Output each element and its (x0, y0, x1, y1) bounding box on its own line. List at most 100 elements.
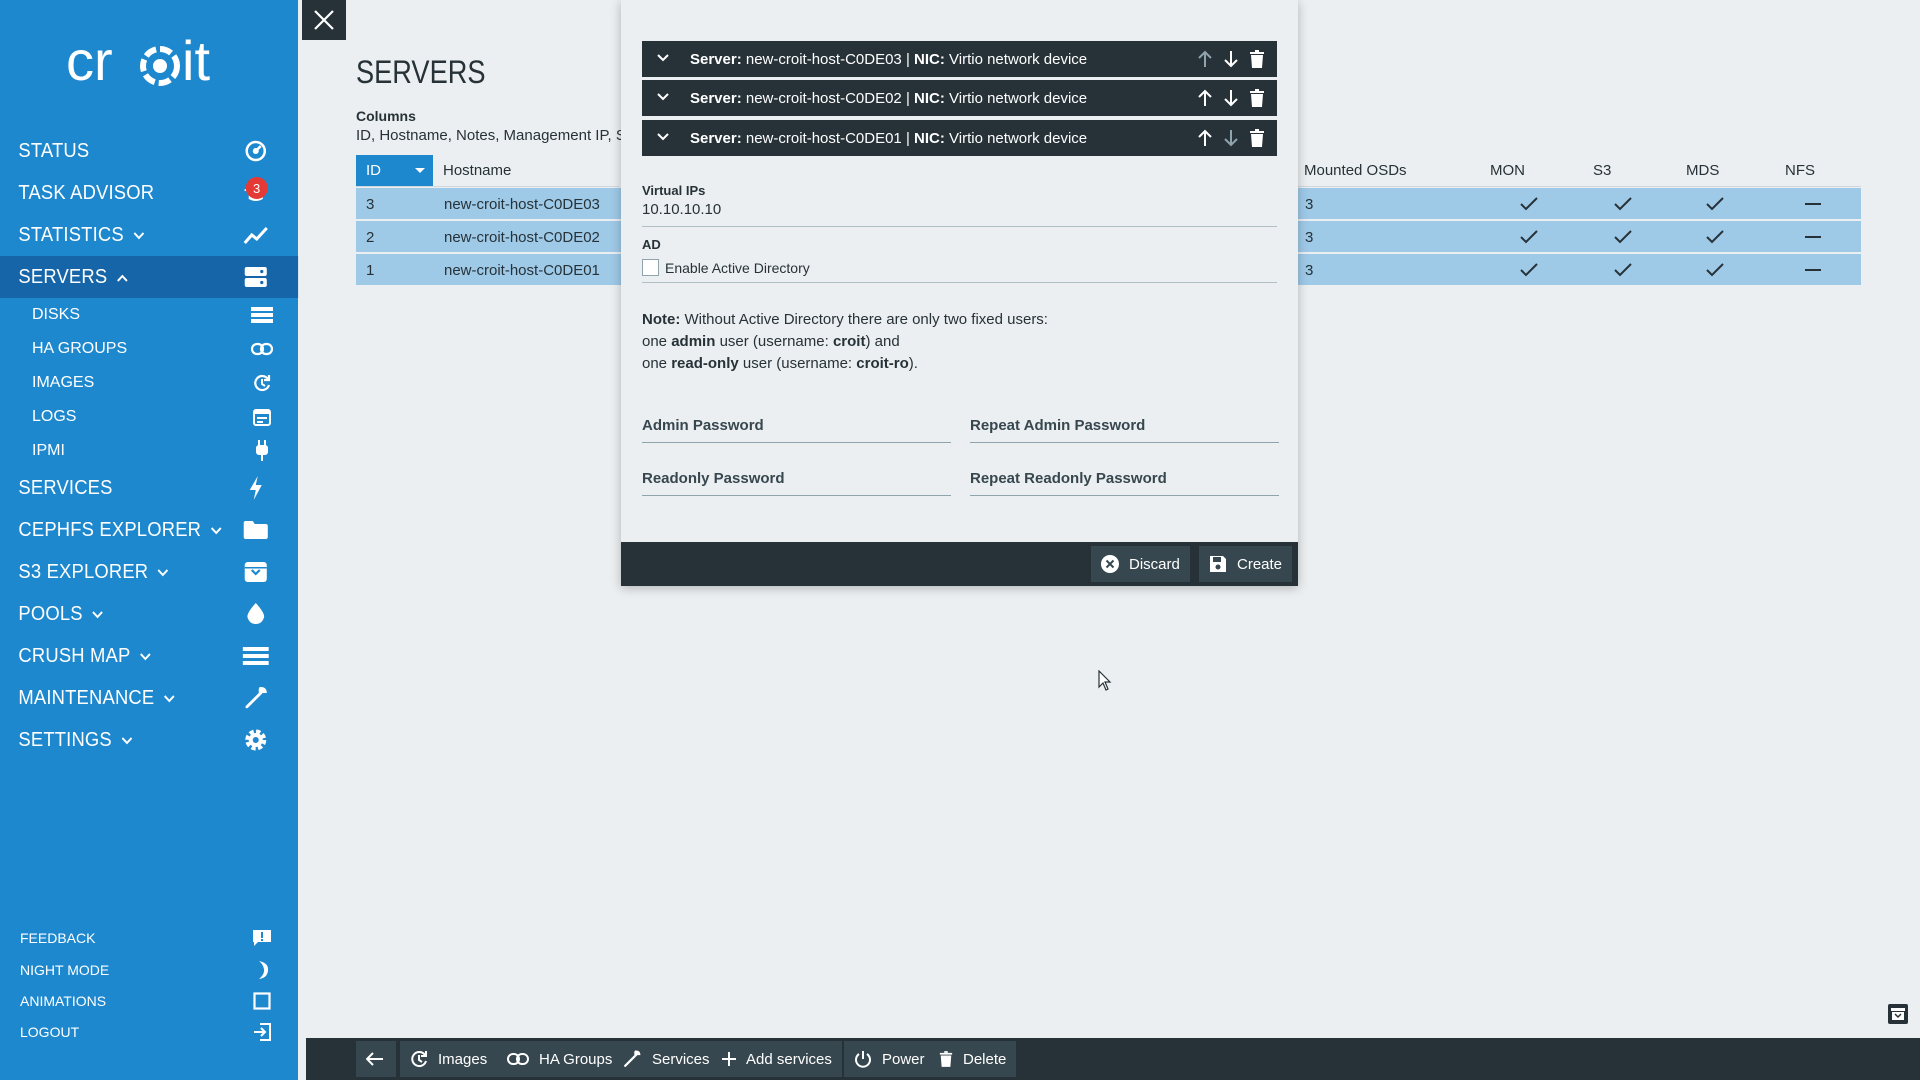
nic-server-name: new-croit-host-C0DE02 (745, 89, 902, 107)
enable-active-directory-checkbox[interactable] (642, 259, 659, 276)
repeat-readonly-password-field[interactable]: Repeat Readonly Password (970, 462, 1279, 496)
column-header-nfs[interactable]: NFS (1775, 155, 1861, 187)
link-icon (250, 337, 274, 361)
arrow-up-icon[interactable] (1195, 49, 1215, 69)
nic-name: Virtio network device (949, 89, 1088, 107)
dash-icon (1798, 188, 1828, 220)
subnav-ha-groups[interactable]: HA GROUPS (0, 332, 298, 366)
subnav-ha-groups-label: HA GROUPS (32, 340, 128, 357)
nic-label: NIC: (914, 129, 945, 147)
cell-mounted-osds: 3 (1305, 261, 1314, 279)
nic-entry[interactable]: Server: new-croit-host-C0DE03 | NIC: Vir… (642, 41, 1277, 77)
admin-password-field[interactable]: Admin Password (642, 409, 951, 443)
note-text: ) and (865, 333, 900, 350)
nic-name: Virtio network device (949, 50, 1088, 68)
nav-s3-explorer[interactable]: S3 EXPLORER (0, 551, 274, 593)
create-button[interactable]: Create (1199, 546, 1293, 582)
nav-services[interactable]: SERVICES (0, 467, 274, 509)
chevron-down-icon[interactable] (656, 89, 670, 106)
power-button[interactable]: Power (844, 1041, 935, 1077)
nav-maintenance[interactable]: MAINTENANCE (0, 677, 274, 719)
nav-statistics[interactable]: STATISTICS (0, 214, 274, 256)
back-button[interactable] (356, 1041, 396, 1077)
note-text: user (username: (719, 333, 829, 350)
nic-entry[interactable]: Server: new-croit-host-C0DE02 | NIC: Vir… (642, 80, 1277, 116)
svg-text:it: it (182, 30, 210, 92)
nic-entry-text: Server: new-croit-host-C0DE03 | NIC: Vir… (690, 51, 1087, 68)
ad-label: AD (642, 237, 661, 252)
nic-server-name: new-croit-host-C0DE03 (745, 50, 902, 68)
svg-text:cr: cr (66, 30, 113, 92)
history-icon (250, 371, 274, 395)
water-drop-icon (242, 600, 270, 628)
arrow-down-icon[interactable] (1221, 128, 1241, 148)
subnav-disks[interactable]: DISKS (0, 298, 298, 332)
nav-cephfs-explorer[interactable]: CEPHFS EXPLORER (0, 509, 274, 551)
subnav-images[interactable]: IMAGES (0, 366, 298, 400)
cell-mounted-osds: 3 (1305, 228, 1314, 246)
nav-logout-label: LOGOUT (20, 1024, 80, 1040)
nav-logout[interactable]: LOGOUT (0, 1017, 298, 1047)
lightning-icon (242, 474, 270, 502)
nic-separator: | (905, 89, 910, 107)
nav-s3-explorer-label: S3 EXPLORER (18, 560, 149, 583)
arrow-up-icon[interactable] (1195, 88, 1215, 108)
archive-download-icon[interactable] (1888, 1004, 1908, 1024)
arrow-up-icon[interactable] (1195, 128, 1215, 148)
column-header-hostname[interactable]: Hostname (433, 155, 619, 187)
arrow-down-icon[interactable] (1221, 88, 1241, 108)
chevron-down-icon[interactable] (656, 129, 670, 146)
column-header-mon[interactable]: MON (1480, 155, 1583, 187)
nic-separator: | (905, 50, 910, 68)
check-icon (1700, 254, 1730, 286)
trash-icon[interactable] (1247, 88, 1267, 108)
nav-cephfs-explorer-label: CEPHFS EXPLORER (18, 518, 202, 541)
close-panel-button[interactable] (302, 0, 346, 40)
trash-icon[interactable] (1247, 49, 1267, 69)
subnav-logs[interactable]: LOGS (0, 400, 298, 434)
repeat-admin-password-field[interactable]: Repeat Admin Password (970, 409, 1279, 443)
column-header-s3[interactable]: S3 (1583, 155, 1676, 187)
chevron-down-icon (210, 522, 222, 538)
ha-groups-button[interactable]: HA Groups (497, 1041, 623, 1077)
nav-crush-map-label: CRUSH MAP (18, 644, 131, 667)
create-service-dialog: Server: new-croit-host-C0DE03 | NIC: Vir… (621, 0, 1298, 586)
trash-icon[interactable] (1247, 128, 1267, 148)
nav-animations[interactable]: ANIMATIONS (0, 986, 298, 1016)
images-button[interactable]: Images (400, 1041, 498, 1077)
nav-feedback[interactable]: FEEDBACK (0, 923, 298, 953)
nav-night-mode[interactable]: NIGHT MODE (0, 955, 298, 985)
services-button[interactable]: Services (612, 1041, 720, 1077)
nic-entry[interactable]: Server: new-croit-host-C0DE01 | NIC: Vir… (642, 120, 1277, 156)
nav-status[interactable]: STATUS (0, 130, 274, 172)
chevron-down-icon[interactable] (656, 50, 670, 67)
archive-box-icon (242, 558, 270, 586)
column-header-id[interactable]: ID (356, 155, 433, 187)
check-icon (1700, 221, 1730, 253)
check-icon (1608, 254, 1638, 286)
delete-button[interactable]: Delete (929, 1041, 1017, 1077)
divider (642, 226, 1277, 227)
add-services-label: Add services (746, 1050, 832, 1068)
chevron-down-icon (92, 606, 103, 622)
trash-icon (939, 1051, 953, 1067)
column-header-mounted-osds[interactable]: Mounted OSDs (1294, 155, 1480, 187)
nav-pools[interactable]: POOLS (0, 593, 274, 635)
square-checkbox-icon (250, 989, 274, 1013)
check-icon (1608, 188, 1638, 220)
nav-servers[interactable]: SERVERS (0, 256, 299, 298)
nav-settings[interactable]: SETTINGS (0, 719, 274, 761)
arrow-down-icon[interactable] (1221, 49, 1241, 69)
nav-status-label: STATUS (18, 139, 90, 162)
virtual-ips-value[interactable]: 10.10.10.10 (642, 201, 721, 218)
nav-crush-map[interactable]: CRUSH MAP (0, 635, 274, 677)
add-services-button[interactable]: Add services (712, 1041, 842, 1077)
column-header-mds[interactable]: MDS (1676, 155, 1775, 187)
nav-animations-label: ANIMATIONS (20, 993, 107, 1009)
discard-button[interactable]: Discard (1091, 546, 1190, 582)
subnav-ipmi[interactable]: IPMI (0, 434, 298, 468)
readonly-password-field[interactable]: Readonly Password (642, 462, 951, 496)
columns-selector[interactable]: ID, Hostname, Notes, Management IP, S (356, 127, 622, 144)
column-header-mounted-osds-label: Mounted OSDs (1304, 162, 1407, 179)
nav-task-advisor[interactable]: TASK ADVISOR 3 (0, 172, 274, 214)
